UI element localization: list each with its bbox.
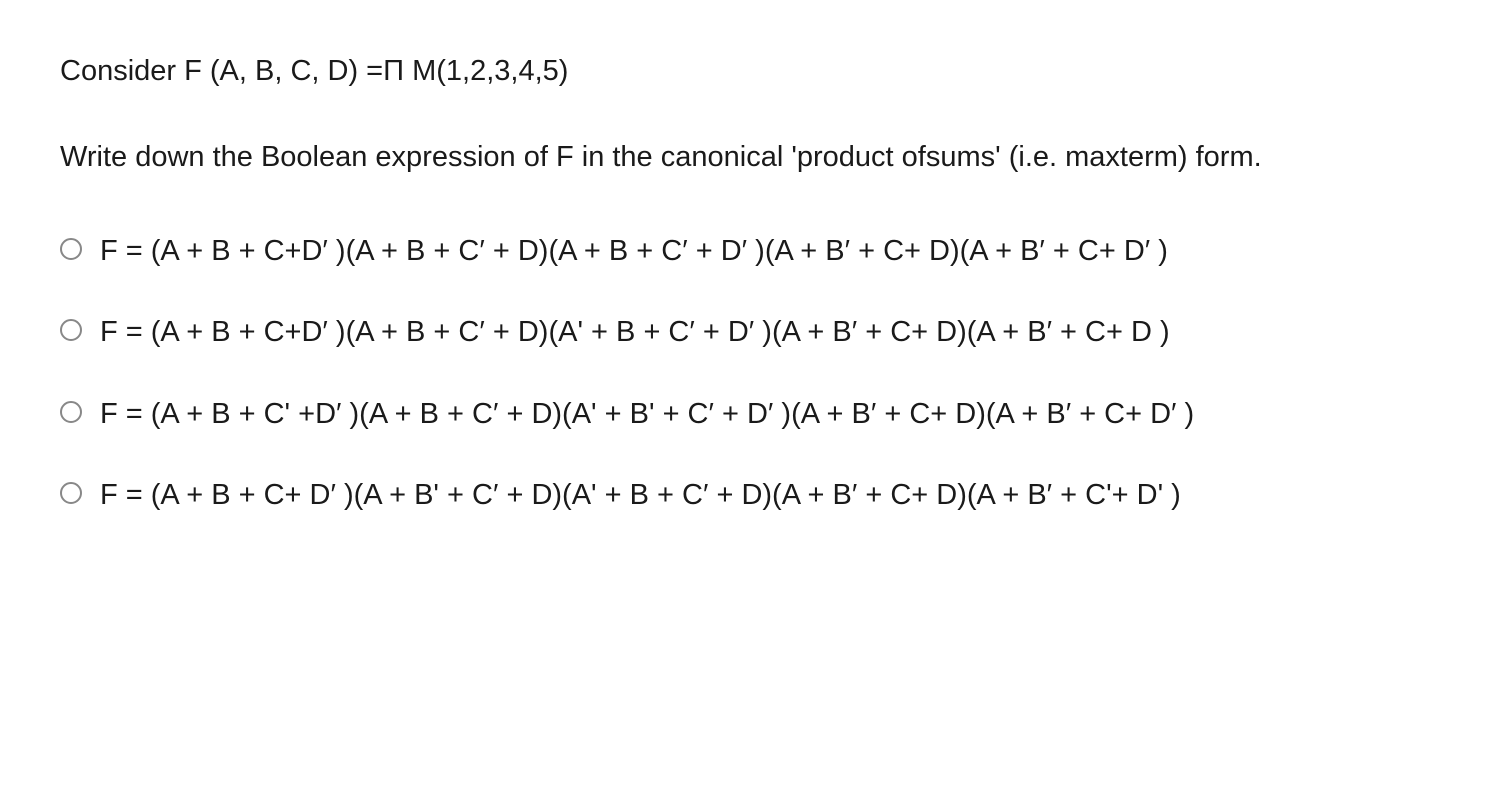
radio-icon[interactable] bbox=[60, 401, 82, 423]
options-list: F = (A + B + C+D′ )(A + B + C′ + D)(A + … bbox=[60, 230, 1426, 518]
option-text: F = (A + B + C+D′ )(A + B + C′ + D)(A' +… bbox=[100, 311, 1170, 355]
option-text: F = (A + B + C+ D′ )(A + B' + C′ + D)(A'… bbox=[100, 474, 1181, 518]
question-prompt: Write down the Boolean expression of F i… bbox=[60, 134, 1426, 180]
option-text: F = (A + B + C+D′ )(A + B + C′ + D)(A + … bbox=[100, 230, 1168, 274]
radio-icon[interactable] bbox=[60, 238, 82, 260]
option-text: F = (A + B + C' +D′ )(A + B + C′ + D)(A'… bbox=[100, 393, 1194, 437]
radio-icon[interactable] bbox=[60, 482, 82, 504]
option-2[interactable]: F = (A + B + C+D′ )(A + B + C′ + D)(A' +… bbox=[60, 311, 1426, 355]
option-4[interactable]: F = (A + B + C+ D′ )(A + B' + C′ + D)(A'… bbox=[60, 474, 1426, 518]
option-3[interactable]: F = (A + B + C' +D′ )(A + B + C′ + D)(A'… bbox=[60, 393, 1426, 437]
radio-icon[interactable] bbox=[60, 319, 82, 341]
option-1[interactable]: F = (A + B + C+D′ )(A + B + C′ + D)(A + … bbox=[60, 230, 1426, 274]
question-stem: Consider F (A, B, C, D) =Π M(1,2,3,4,5) bbox=[60, 50, 1426, 94]
